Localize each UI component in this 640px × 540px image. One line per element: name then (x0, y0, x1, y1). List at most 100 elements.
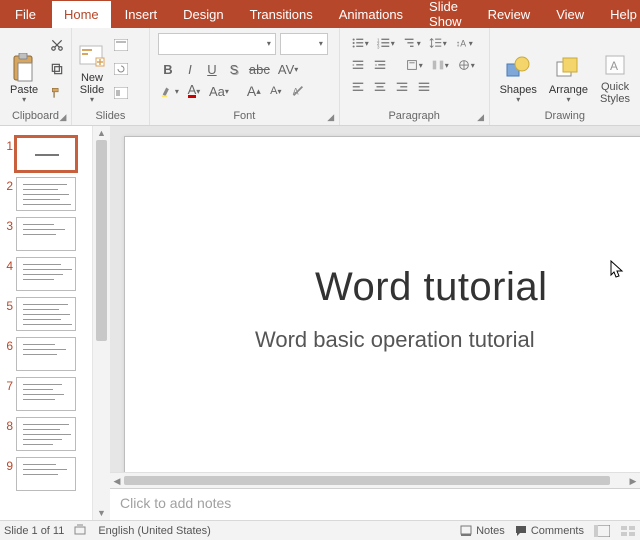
canvas-hscrollbar[interactable]: ◀ ▶ (110, 472, 640, 488)
comments-toggle[interactable]: Comments (515, 525, 584, 537)
numbering-button[interactable]: 123▾ (374, 33, 398, 53)
arrange-button[interactable]: Arrange ▾ (543, 31, 594, 107)
status-language[interactable]: English (United States) (98, 525, 211, 537)
chevron-down-icon: ▾ (516, 96, 520, 105)
cut-button[interactable] (47, 35, 67, 55)
increase-indent-button[interactable] (370, 55, 390, 75)
view-normal-button[interactable] (594, 525, 610, 537)
thumbnail-5[interactable]: 5 (0, 294, 92, 334)
slide-title[interactable]: Word tutorial (315, 265, 548, 310)
new-slide-icon (78, 42, 106, 70)
shrink-font-button[interactable]: A▾ (266, 81, 286, 101)
highlight-button[interactable]: ▾ (158, 81, 182, 101)
thumb-number: 3 (2, 217, 16, 233)
thumb-number: 6 (2, 337, 16, 353)
line-spacing-button[interactable]: ▾ (426, 33, 450, 53)
shapes-button[interactable]: Shapes ▾ (494, 31, 543, 107)
quick-styles-button[interactable]: A Quick Styles (594, 31, 636, 107)
scroll-up-icon[interactable]: ▲ (93, 126, 110, 140)
copy-button[interactable] (47, 59, 67, 79)
strikethrough-button[interactable]: abc (246, 59, 273, 79)
tab-design[interactable]: Design (170, 0, 236, 28)
italic-button[interactable]: I (180, 59, 200, 79)
bullets-button[interactable]: ▾ (348, 33, 372, 53)
section-button[interactable] (111, 83, 131, 103)
notes-pane[interactable]: Click to add notes (110, 488, 640, 520)
tab-view[interactable]: View (543, 0, 597, 28)
reset-slide-button[interactable] (111, 59, 131, 79)
tab-insert[interactable]: Insert (112, 0, 171, 28)
columns-button[interactable]: ▾ (428, 55, 452, 75)
tab-home[interactable]: Home (51, 0, 112, 28)
justify-button[interactable] (414, 77, 434, 97)
underline-button[interactable]: U (202, 59, 222, 79)
shadow-button[interactable]: S (224, 59, 244, 79)
thumbnail-6[interactable]: 6 (0, 334, 92, 374)
chevron-down-icon: ▾ (267, 39, 271, 48)
tab-transitions[interactable]: Transitions (237, 0, 326, 28)
thumbnail-2[interactable]: 2 (0, 174, 92, 214)
format-painter-button[interactable] (47, 83, 67, 103)
chevron-down-icon: ▾ (319, 39, 323, 48)
thumbnail-3[interactable]: 3 (0, 214, 92, 254)
change-case-button[interactable]: Aa▾ (206, 81, 232, 101)
align-right-button[interactable] (392, 77, 412, 97)
list-level-button[interactable]: ▾ (400, 33, 424, 53)
tab-animations[interactable]: Animations (326, 0, 416, 28)
slide-subtitle[interactable]: Word basic operation tutorial (255, 327, 535, 353)
thumb-scrollbar[interactable]: ▲ ▼ (92, 126, 110, 520)
new-slide-label: New Slide (80, 72, 104, 96)
scroll-down-icon[interactable]: ▼ (93, 506, 110, 520)
font-launcher[interactable]: ◢ (325, 111, 337, 123)
paragraph-launcher[interactable]: ◢ (475, 111, 487, 123)
grow-font-button[interactable]: A▴ (244, 81, 264, 101)
thumbnail-4[interactable]: 4 (0, 254, 92, 294)
scroll-right-icon[interactable]: ▶ (626, 473, 640, 488)
char-spacing-button[interactable]: AV▾ (275, 59, 301, 79)
ribbon-tabstrip: File Home Insert Design Transitions Anim… (0, 0, 640, 28)
scroll-thumb[interactable] (96, 140, 107, 341)
chevron-down-icon: ▾ (90, 96, 94, 105)
align-left-button[interactable] (348, 77, 368, 97)
slide-canvas-area: Word tutorial Word basic operation tutor… (110, 126, 640, 520)
slide-layout-button[interactable] (111, 35, 131, 55)
align-center-button[interactable] (370, 77, 390, 97)
svg-text:3: 3 (377, 44, 380, 49)
thumbnail-8[interactable]: 8 (0, 414, 92, 454)
group-font: ▾ ▾ B I U S abc AV▾ ▾ A▾ Aa▾ A▴ A▾ A Fon… (150, 28, 340, 125)
workspace: 12 3 4 5 6 789 ▲ ▼ Word tutorial Word basic o… (0, 126, 640, 520)
font-size-combo[interactable]: ▾ (280, 33, 328, 55)
align-text-button[interactable]: ▾ (402, 55, 426, 75)
group-label-font: Font (154, 107, 335, 125)
thumbnail-7[interactable]: 7 (0, 374, 92, 414)
clear-format-button[interactable]: A (288, 81, 308, 101)
scroll-thumb[interactable] (124, 476, 610, 485)
spellcheck-icon[interactable] (74, 523, 88, 538)
view-sorter-button[interactable] (620, 525, 636, 537)
scroll-left-icon[interactable]: ◀ (110, 473, 124, 488)
thumb-preview (16, 257, 76, 291)
slide[interactable]: Word tutorial Word basic operation tutor… (124, 136, 640, 472)
tab-file[interactable]: File (0, 0, 51, 28)
font-name-combo[interactable]: ▾ (158, 33, 276, 55)
chevron-down-icon: ▾ (22, 96, 26, 105)
thumbnail-1[interactable]: 1 (0, 134, 92, 174)
tab-review[interactable]: Review (475, 0, 544, 28)
paste-button[interactable]: Paste ▾ (4, 31, 44, 107)
new-slide-button[interactable]: New Slide ▾ (76, 31, 108, 107)
font-color-button[interactable]: A▾ (184, 81, 204, 101)
bold-button[interactable]: B (158, 59, 178, 79)
shapes-icon (504, 54, 532, 82)
thumbnail-9[interactable]: 9 (0, 454, 92, 494)
notes-toggle[interactable]: Notes (460, 525, 505, 537)
status-slide-number[interactable]: Slide 1 of 11 (4, 525, 64, 537)
smartart-button[interactable]: ▾ (454, 55, 478, 75)
text-direction-button[interactable]: ↕A▾ (452, 33, 476, 53)
decrease-indent-button[interactable] (348, 55, 368, 75)
clipboard-launcher[interactable]: ◢ (57, 111, 69, 123)
tab-help[interactable]: Help (597, 0, 640, 28)
status-bar: Slide 1 of 11 English (United States) No… (0, 520, 640, 540)
thumb-number: 4 (2, 257, 16, 273)
tab-slideshow[interactable]: Slide Show (416, 0, 475, 28)
arrange-icon (554, 54, 582, 82)
